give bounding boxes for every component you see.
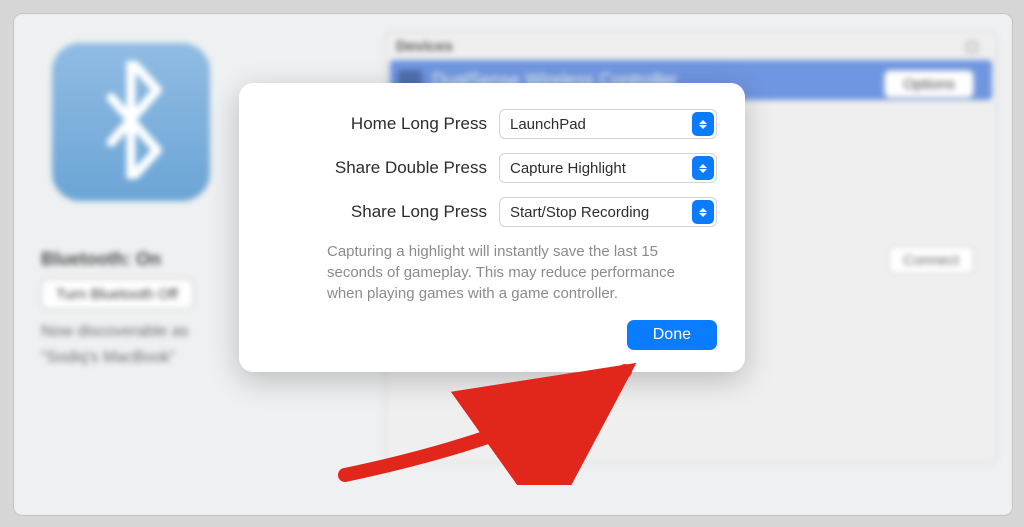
select-value: Capture Highlight	[510, 160, 626, 177]
bluetooth-status-label: Bluetooth: On	[41, 249, 161, 270]
option-label: Home Long Press	[267, 114, 499, 134]
select-stepper-icon	[692, 200, 714, 224]
bluetooth-icon-tile	[52, 43, 210, 201]
option-row-home-long-press: Home Long Press LaunchPad	[267, 109, 717, 139]
done-button-label: Done	[653, 326, 691, 343]
toggle-bluetooth-label: Turn Bluetooth Off	[56, 286, 178, 303]
home-long-press-select[interactable]: LaunchPad	[499, 109, 717, 139]
option-row-share-double-press: Share Double Press Capture Highlight	[267, 153, 717, 183]
options-button[interactable]: Options	[884, 70, 974, 98]
bluetooth-icon	[88, 61, 174, 184]
connect-button[interactable]: Connect	[888, 246, 974, 274]
done-row: Done	[267, 320, 717, 350]
select-value: LaunchPad	[510, 116, 586, 133]
option-label: Share Double Press	[267, 158, 499, 178]
option-row-share-long-press: Share Long Press Start/Stop Recording	[267, 197, 717, 227]
option-label: Share Long Press	[267, 202, 499, 222]
share-long-press-select[interactable]: Start/Stop Recording	[499, 197, 717, 227]
select-value: Start/Stop Recording	[510, 204, 649, 221]
options-help-text: Capturing a highlight will instantly sav…	[327, 241, 707, 304]
discoverable-line-2: “Sodiq’s MacBook”	[41, 349, 175, 367]
controller-options-popover: Home Long Press LaunchPad Share Double P…	[239, 83, 745, 372]
bluetooth-prefs-window: Bluetooth: On Turn Bluetooth Off Now dis…	[14, 14, 1012, 515]
connect-button-label: Connect	[903, 252, 959, 269]
select-stepper-icon	[692, 112, 714, 136]
devices-header: Devices	[386, 32, 996, 60]
scanning-spinner-icon	[964, 39, 980, 55]
select-stepper-icon	[692, 156, 714, 180]
toggle-bluetooth-button[interactable]: Turn Bluetooth Off	[41, 279, 193, 309]
options-button-label: Options	[903, 76, 955, 93]
discoverable-line-1: Now discoverable as	[41, 323, 189, 341]
done-button[interactable]: Done	[627, 320, 717, 350]
share-double-press-select[interactable]: Capture Highlight	[499, 153, 717, 183]
